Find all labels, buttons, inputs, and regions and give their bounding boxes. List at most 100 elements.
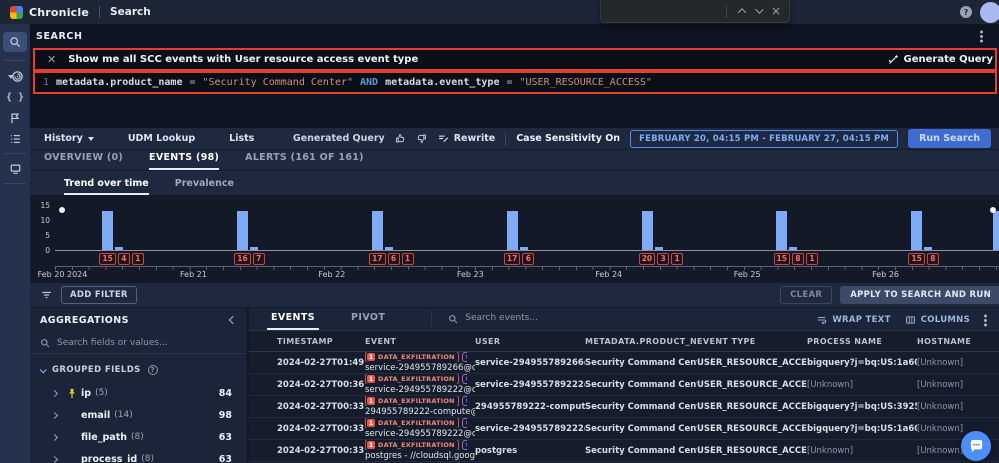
table-row[interactable]: 2024-02-27T00:33:39.3521DATA_EXFILTRATIO… xyxy=(249,396,999,418)
apply-to-search-button[interactable]: APPLY TO SEARCH AND RUN xyxy=(840,286,999,304)
data-exfiltration-badge[interactable]: 1 DATA_EXFILTRATION xyxy=(365,418,459,428)
event-bar-small[interactable] xyxy=(654,247,663,250)
help-circle-icon[interactable]: ? xyxy=(147,365,158,375)
data-exfiltration-badge[interactable]: 1 DATA_EXFILTRATION xyxy=(365,352,459,362)
timeline-brush-handle-right[interactable] xyxy=(990,207,996,213)
history-dropdown[interactable]: History xyxy=(44,133,94,144)
tab-prevalence[interactable]: Prevalence xyxy=(175,178,234,195)
column-header-event[interactable]: EVENT xyxy=(365,337,475,346)
data-exfiltration-badge[interactable]: 1 DATA_EXFILTRATION xyxy=(365,440,459,450)
chevron-right-icon[interactable] xyxy=(50,389,59,397)
tab-trend-over-time[interactable]: Trend over time xyxy=(64,178,149,195)
clear-button[interactable]: CLEAR xyxy=(780,286,833,304)
event-type-badge[interactable]: USER_RES xyxy=(461,396,467,406)
column-header-hostname[interactable]: HOSTNAME xyxy=(917,337,999,346)
alert-count-badge[interactable]: 20 xyxy=(638,252,656,265)
event-bar-small[interactable] xyxy=(250,247,259,250)
generate-query-button[interactable]: Generate Query xyxy=(877,54,995,66)
alert-count-badge[interactable]: 1 xyxy=(671,252,684,265)
tab-events[interactable]: EVENTS xyxy=(267,312,320,330)
column-header-metadata-product-name[interactable]: METADATA.PRODUCT_NAME xyxy=(585,337,697,346)
rewrite-button[interactable]: Rewrite xyxy=(437,133,495,144)
alert-count-badge[interactable]: 15 xyxy=(99,252,116,265)
udm-lookup-button[interactable]: UDM Lookup xyxy=(128,133,195,144)
find-previous-icon[interactable] xyxy=(737,8,747,17)
wrap-text-button[interactable]: WRAP TEXT xyxy=(816,315,890,325)
columns-button[interactable]: COLUMNS xyxy=(905,315,970,325)
timeline-brush-handle-left[interactable] xyxy=(59,207,65,213)
event-bar-small[interactable] xyxy=(924,247,933,250)
event-bar-small[interactable] xyxy=(789,247,798,250)
date-range-button[interactable]: FEBRUARY 20, 04:15 PM - FEBRUARY 27, 04:… xyxy=(630,129,899,148)
aggregation-field-row[interactable]: process_id (8) 63 xyxy=(30,448,246,463)
natural-language-query-row[interactable]: ✕ Show me all SCC events with User resou… xyxy=(33,48,997,71)
event-bar[interactable] xyxy=(371,211,383,250)
nav-flags-item[interactable] xyxy=(9,112,21,124)
udm-query-editor[interactable]: 1 metadata.product_name = "Security Comman… xyxy=(33,71,997,94)
find-in-page-bar[interactable]: × xyxy=(600,0,790,23)
data-exfiltration-badge[interactable]: 1 DATA_EXFILTRATION xyxy=(365,396,459,406)
nav-parser-item[interactable]: { } xyxy=(6,92,24,103)
find-close-icon[interactable]: × xyxy=(771,5,781,17)
aggregations-search[interactable] xyxy=(30,332,246,354)
alert-count-badge[interactable]: 6 xyxy=(522,252,535,265)
grouped-fields-header[interactable]: GROUPED FIELDS ? xyxy=(30,358,246,382)
chevron-right-icon[interactable] xyxy=(50,455,59,463)
tab-events-98[interactable]: EVENTS (98) xyxy=(149,152,220,170)
event-bar-small[interactable] xyxy=(519,247,528,250)
add-filter-button[interactable]: ADD FILTER xyxy=(61,286,137,304)
event-type-badge[interactable]: USER_RES xyxy=(461,352,467,362)
search-menu-kebab-icon[interactable] xyxy=(980,34,983,38)
column-header-process-name[interactable]: PROCESS NAME xyxy=(807,337,917,346)
chevron-right-icon[interactable] xyxy=(50,433,59,441)
aggregation-field-row[interactable]: email (14) 98 xyxy=(30,404,246,426)
column-header-timestamp[interactable]: TIMESTAMP xyxy=(249,337,365,346)
nav-rules-item[interactable] xyxy=(9,133,22,145)
aggregation-field-row[interactable]: ip (5) 84 xyxy=(30,382,246,404)
alert-count-badge[interactable]: 1 xyxy=(805,252,818,265)
tab-pivot[interactable]: PIVOT xyxy=(347,312,389,330)
table-row[interactable]: 2024-02-27T01:49:25.7861DATA_EXFILTRATIO… xyxy=(249,352,999,374)
event-bar-partial[interactable] xyxy=(993,211,999,250)
column-header-user[interactable]: USER xyxy=(475,337,585,346)
alert-count-badge[interactable]: 1 xyxy=(131,252,144,265)
event-type-badge[interactable]: USER_RES xyxy=(461,440,467,450)
alert-count-badge[interactable]: 17 xyxy=(503,252,521,265)
table-row[interactable]: 2024-02-27T00:33:25.7861DATA_EXFILTRATIO… xyxy=(249,418,999,440)
event-type-badge[interactable]: USER_RES xyxy=(461,418,467,428)
event-bar[interactable] xyxy=(102,211,114,250)
data-exfiltration-badge[interactable]: 1 DATA_EXFILTRATION xyxy=(365,374,459,384)
table-menu-kebab-icon[interactable] xyxy=(984,318,987,322)
case-sensitivity-toggle[interactable]: Case Sensitivity On xyxy=(516,133,620,144)
nav-dashboards-item[interactable] xyxy=(9,163,22,175)
event-bar[interactable] xyxy=(237,211,249,250)
event-bar[interactable] xyxy=(506,211,518,250)
event-type-badge[interactable]: USER_RES xyxy=(461,374,467,384)
alert-count-badge[interactable]: 1 xyxy=(401,252,414,265)
lists-button[interactable]: Lists xyxy=(229,133,254,144)
table-row[interactable]: 2024-02-27T00:36:05.4691DATA_EXFILTRATIO… xyxy=(249,374,999,396)
alert-count-badge[interactable]: 8 xyxy=(926,252,939,265)
alert-count-badge[interactable]: 3 xyxy=(657,252,670,265)
udm-query-code[interactable]: metadata.product_name = "Security Command … xyxy=(56,77,659,88)
alert-count-badge[interactable]: 7 xyxy=(252,252,265,265)
column-header-event-type[interactable]: EVENT TYPE xyxy=(697,337,807,346)
event-bar[interactable] xyxy=(911,211,923,250)
avatar[interactable] xyxy=(980,1,999,23)
events-search[interactable] xyxy=(431,310,606,326)
tab-alerts-161-of-161[interactable]: ALERTS (161 OF 161) xyxy=(245,152,364,170)
events-search-input[interactable] xyxy=(465,313,606,323)
natural-language-query-text[interactable]: Show me all SCC events with User resourc… xyxy=(68,54,418,65)
tab-overview-0[interactable]: OVERVIEW (0) xyxy=(44,152,123,170)
alert-count-badge[interactable]: 8 xyxy=(791,252,804,265)
alert-count-badge[interactable]: 16 xyxy=(234,252,251,265)
nav-search-item[interactable] xyxy=(3,32,27,52)
alert-count-badge[interactable]: 6 xyxy=(387,252,400,265)
help-icon[interactable]: ? xyxy=(960,6,972,18)
clear-query-icon[interactable]: ✕ xyxy=(47,54,56,65)
chat-assistant-fab[interactable] xyxy=(961,431,991,461)
find-next-icon[interactable] xyxy=(755,5,764,14)
chevron-right-icon[interactable] xyxy=(50,411,59,419)
alert-count-badge[interactable]: 15 xyxy=(908,252,925,265)
run-search-button[interactable]: Run Search xyxy=(908,129,991,148)
